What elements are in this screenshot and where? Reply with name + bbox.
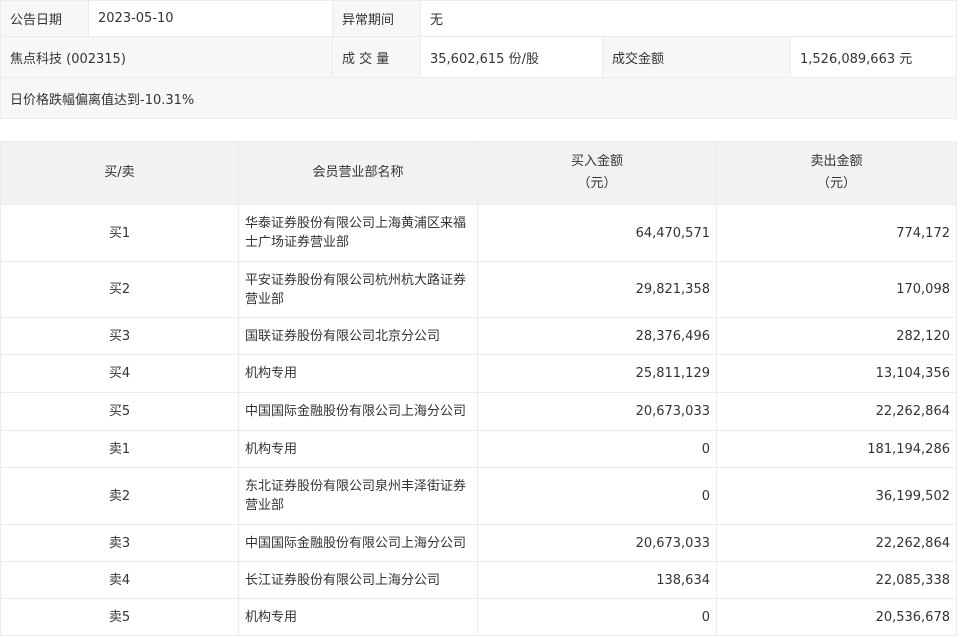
row-sell: 13,104,356 [716,354,957,393]
table-row: 买3 国联证券股份有限公司北京分公司 28,376,496 282,120 [0,317,957,355]
header-sell-title: 卖出金额 [810,154,863,169]
row-side: 买3 [0,317,239,355]
header-side: 买/卖 [0,141,239,205]
row-buy: 25,811,129 [477,354,717,393]
row-side: 卖2 [0,467,239,525]
row-sell: 36,199,502 [716,467,957,525]
table-row: 买1 华泰证券股份有限公司上海黄浦区来福士广场证券营业部 64,470,571 … [0,204,957,262]
row-side: 卖3 [0,524,239,562]
row-buy: 0 [477,430,717,468]
amount-label: 成交金额 [602,36,791,78]
table-row: 买2 平安证券股份有限公司杭州杭大路证券营业部 29,821,358 170,0… [0,261,957,318]
row-member: 机构专用 [238,598,478,636]
header-member: 会员营业部名称 [238,141,478,205]
row-side: 买1 [0,204,239,262]
announce-date-value: 2023-05-10 [88,0,333,37]
announcement-info-table: 公告日期 2023-05-10 异常期间 无 焦点科技 (002315) 成 交… [0,0,957,119]
row-member: 平安证券股份有限公司杭州杭大路证券营业部 [238,261,478,318]
table-row: 卖2 东北证券股份有限公司泉州丰泽街证券营业部 0 36,199,502 [0,467,957,525]
announce-date-label: 公告日期 [0,0,89,37]
header-buy-title: 买入金额 [570,154,623,169]
info-row-volume: 焦点科技 (002315) 成 交 量 35,602,615 份/股 成交金额 … [0,36,957,78]
row-member: 长江证券股份有限公司上海分公司 [238,561,478,599]
row-sell: 774,172 [716,204,957,262]
table-row: 卖5 机构专用 0 20,536,678 [0,598,957,636]
abnormal-period-value: 无 [420,0,957,37]
volume-label: 成 交 量 [332,36,421,78]
row-sell: 22,085,338 [716,561,957,599]
row-side: 买2 [0,261,239,318]
row-member: 华泰证券股份有限公司上海黄浦区来福士广场证券营业部 [238,204,478,262]
row-buy: 28,376,496 [477,317,717,355]
info-row-date: 公告日期 2023-05-10 异常期间 无 [0,0,957,37]
table-row: 卖1 机构专用 0 181,194,286 [0,430,957,468]
row-sell: 282,120 [716,317,957,355]
header-sell-unit: （元） [816,176,856,191]
volume-value: 35,602,615 份/股 [420,36,603,78]
row-side: 卖5 [0,598,239,636]
row-buy: 138,634 [477,561,717,599]
row-side: 卖1 [0,430,239,468]
row-sell: 22,262,864 [716,392,957,431]
row-side: 买4 [0,354,239,393]
row-buy: 0 [477,467,717,525]
row-member: 东北证券股份有限公司泉州丰泽街证券营业部 [238,467,478,525]
abnormal-reason: 日价格跌幅偏离值达到-10.31% [0,77,957,119]
row-member: 机构专用 [238,430,478,468]
header-buy-amount: 买入金额 （元） [477,141,717,205]
table-row: 买5 中国国际金融股份有限公司上海分公司 20,673,033 22,262,8… [0,392,957,431]
row-sell: 170,098 [716,261,957,318]
header-buy-unit: （元） [577,176,617,191]
info-row-reason: 日价格跌幅偏离值达到-10.31% [0,77,957,119]
row-buy: 64,470,571 [477,204,717,262]
row-buy: 29,821,358 [477,261,717,318]
row-member: 国联证券股份有限公司北京分公司 [238,317,478,355]
header-sell-amount: 卖出金额 （元） [716,141,957,205]
row-member: 中国国际金融股份有限公司上海分公司 [238,392,478,431]
row-sell: 22,262,864 [716,524,957,562]
row-member: 中国国际金融股份有限公司上海分公司 [238,524,478,562]
amount-value: 1,526,089,663 元 [790,36,957,78]
row-member: 机构专用 [238,354,478,393]
row-sell: 20,536,678 [716,598,957,636]
row-side: 买5 [0,392,239,431]
abnormal-period-label: 异常期间 [332,0,421,37]
row-buy: 20,673,033 [477,524,717,562]
table-row: 买4 机构专用 25,811,129 13,104,356 [0,354,957,393]
table-header-row: 买/卖 会员营业部名称 买入金额 （元） 卖出金额 （元） [0,141,957,205]
table-row: 卖4 长江证券股份有限公司上海分公司 138,634 22,085,338 [0,561,957,599]
trading-detail-table: 买/卖 会员营业部名称 买入金额 （元） 卖出金额 （元） 买1 华泰证券股份有… [0,141,957,636]
row-side: 卖4 [0,561,239,599]
stock-name: 焦点科技 (002315) [0,36,333,78]
table-row: 卖3 中国国际金融股份有限公司上海分公司 20,673,033 22,262,8… [0,524,957,562]
row-buy: 0 [477,598,717,636]
row-sell: 181,194,286 [716,430,957,468]
row-buy: 20,673,033 [477,392,717,431]
